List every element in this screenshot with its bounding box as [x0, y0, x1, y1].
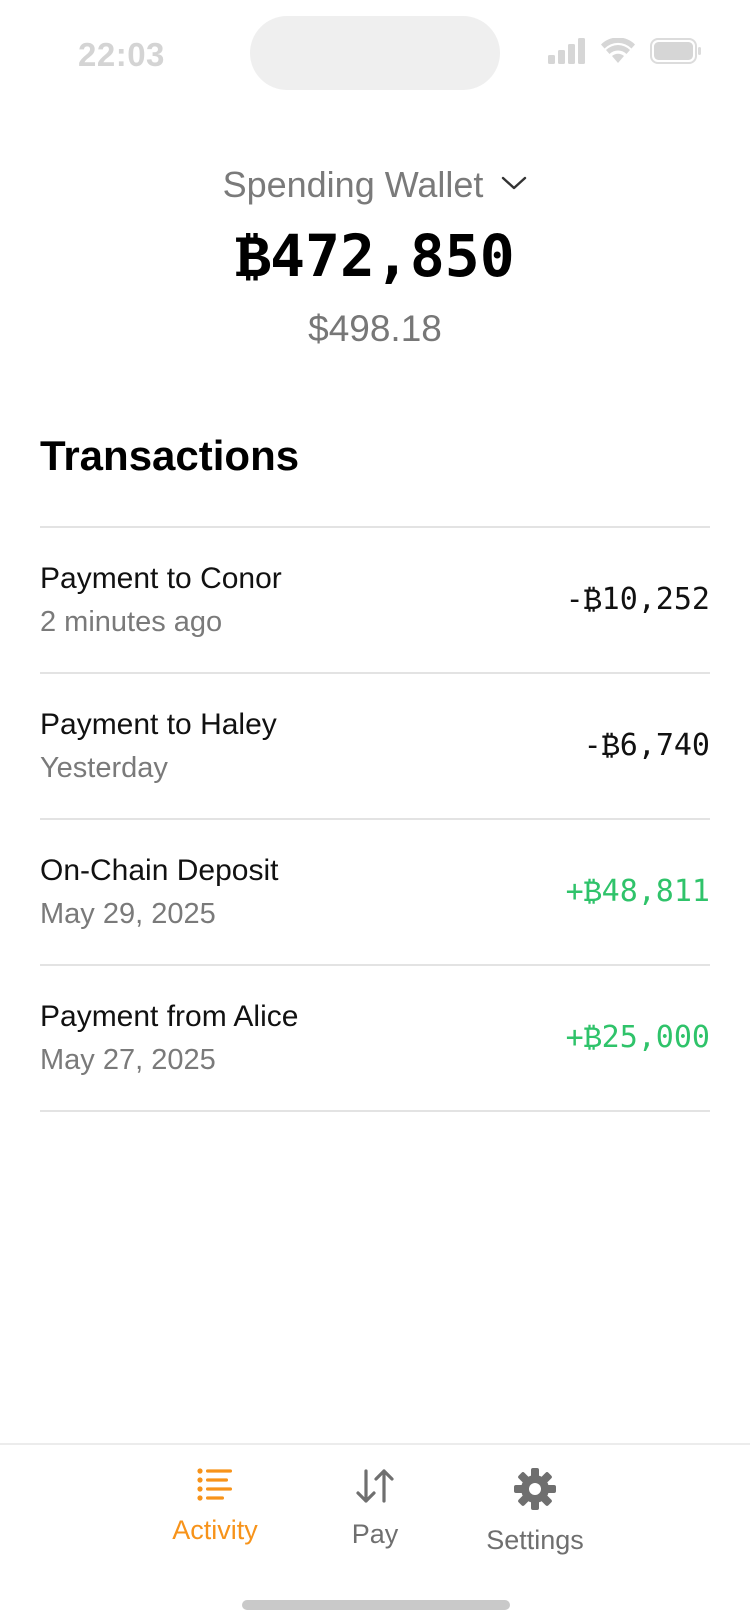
wifi-icon [600, 38, 636, 64]
transaction-title: Payment to Conor [40, 561, 282, 595]
balance-btc: ₿472,850 [235, 222, 515, 290]
transaction-text: Payment to Haley Yesterday [40, 708, 277, 785]
gear-icon [513, 1467, 557, 1511]
transaction-row[interactable]: Payment from Alice May 27, 2025 +₿25,000 [40, 966, 710, 1112]
tab-pay[interactable]: Pay [295, 1467, 455, 1577]
transaction-row[interactable]: Payment to Haley Yesterday -₿6,740 [40, 674, 710, 820]
transaction-amount: -₿6,740 [583, 727, 710, 763]
tab-bar: Activity Pay Settings [0, 1443, 750, 1624]
transaction-text: Payment from Alice May 27, 2025 [40, 1000, 298, 1077]
wallet-selector[interactable]: Spending Wallet [0, 160, 750, 210]
status-bar: 22:03 [0, 0, 750, 110]
chevron-down-icon [501, 175, 527, 196]
transaction-amount: -₿10,252 [565, 581, 710, 617]
tab-settings[interactable]: Settings [455, 1467, 615, 1577]
tab-label: Pay [351, 1519, 399, 1549]
status-icons [548, 38, 702, 64]
tab-activity[interactable]: Activity [135, 1467, 295, 1577]
transaction-title: On-Chain Deposit [40, 853, 279, 887]
arrows-up-down-icon [355, 1467, 395, 1505]
cellular-signal-icon [548, 38, 586, 64]
activity-list-icon [196, 1467, 234, 1501]
transaction-time: May 29, 2025 [40, 897, 216, 930]
dynamic-island [250, 16, 500, 90]
transaction-text: Payment to Conor 2 minutes ago [40, 562, 282, 639]
tab-label: Activity [172, 1515, 258, 1545]
transaction-row[interactable]: On-Chain Deposit May 29, 2025 +₿48,811 [40, 820, 710, 966]
transaction-list: Payment to Conor 2 minutes ago -₿10,252 … [40, 526, 710, 1112]
transaction-time: 2 minutes ago [40, 605, 223, 638]
transaction-time: May 27, 2025 [40, 1043, 216, 1076]
balance-fiat: $498.18 [308, 308, 442, 349]
status-time: 22:03 [78, 36, 165, 73]
transaction-title: Payment to Haley [40, 707, 277, 741]
wallet-screen: 22:03 Spending Wallet ₿472,850 $498.18 T… [0, 0, 750, 1624]
transaction-time: Yesterday [40, 751, 168, 784]
transaction-row[interactable]: Payment to Conor 2 minutes ago -₿10,252 [40, 528, 710, 674]
transaction-amount: +₿48,811 [565, 873, 710, 909]
transaction-amount: +₿25,000 [565, 1019, 710, 1055]
battery-icon [650, 38, 702, 64]
home-indicator[interactable] [242, 1600, 510, 1610]
transaction-title: Payment from Alice [40, 999, 299, 1033]
transactions-heading: Transactions [40, 432, 300, 479]
tab-label: Settings [486, 1525, 584, 1555]
transaction-text: On-Chain Deposit May 29, 2025 [40, 854, 278, 931]
wallet-name: Spending Wallet [222, 164, 484, 205]
